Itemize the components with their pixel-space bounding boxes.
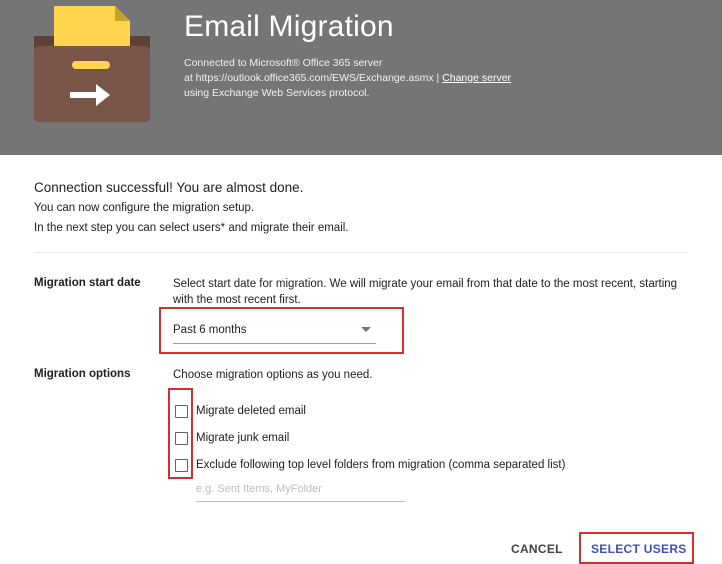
success-text-1: You can now configure the migration setu… [34,202,255,214]
migration-options-description: Choose migration options as you need. [173,369,373,381]
select-users-button[interactable]: SELECT USERS [591,542,687,556]
section-divider [34,252,688,253]
change-server-link[interactable]: Change server [442,72,511,84]
connection-line-2: at https://outlook.office365.com/EWS/Exc… [184,71,511,86]
page-title: Email Migration [184,10,394,43]
option-label-deleted: Migrate deleted email [196,405,306,417]
option-label-junk: Migrate junk email [196,432,290,444]
excluded-folders-input[interactable] [196,477,405,502]
start-date-value: Past 6 months [173,324,247,336]
header-banner: Email Migration Connected to Microsoft® … [0,0,722,155]
migration-setup-panel: Connection successful! You are almost do… [0,155,722,564]
inbox-folder-arrow-icon [34,6,150,122]
checkbox-migrate-deleted[interactable] [175,405,188,418]
migration-options-label: Migration options [34,368,131,380]
connection-line-3: using Exchange Web Services protocol. [184,87,370,99]
checkbox-migrate-junk[interactable] [175,432,188,445]
start-date-dropdown[interactable]: Past 6 months [173,315,376,344]
start-date-description: Select start date for migration. We will… [173,278,678,306]
success-heading: Connection successful! You are almost do… [34,180,304,195]
connection-info: Connected to Microsoft® Office 365 serve… [184,56,511,101]
dropdown-arrow-icon [361,327,371,332]
cancel-button[interactable]: CANCEL [511,542,563,556]
connection-line-1: Connected to Microsoft® Office 365 serve… [184,57,383,69]
success-text-2: In the next step you can select users* a… [34,222,349,234]
server-url-text: at https://outlook.office365.com/EWS/Exc… [184,72,440,84]
start-date-label: Migration start date [34,277,141,289]
checkbox-exclude-folders[interactable] [175,459,188,472]
option-label-exclude: Exclude following top level folders from… [196,459,566,471]
